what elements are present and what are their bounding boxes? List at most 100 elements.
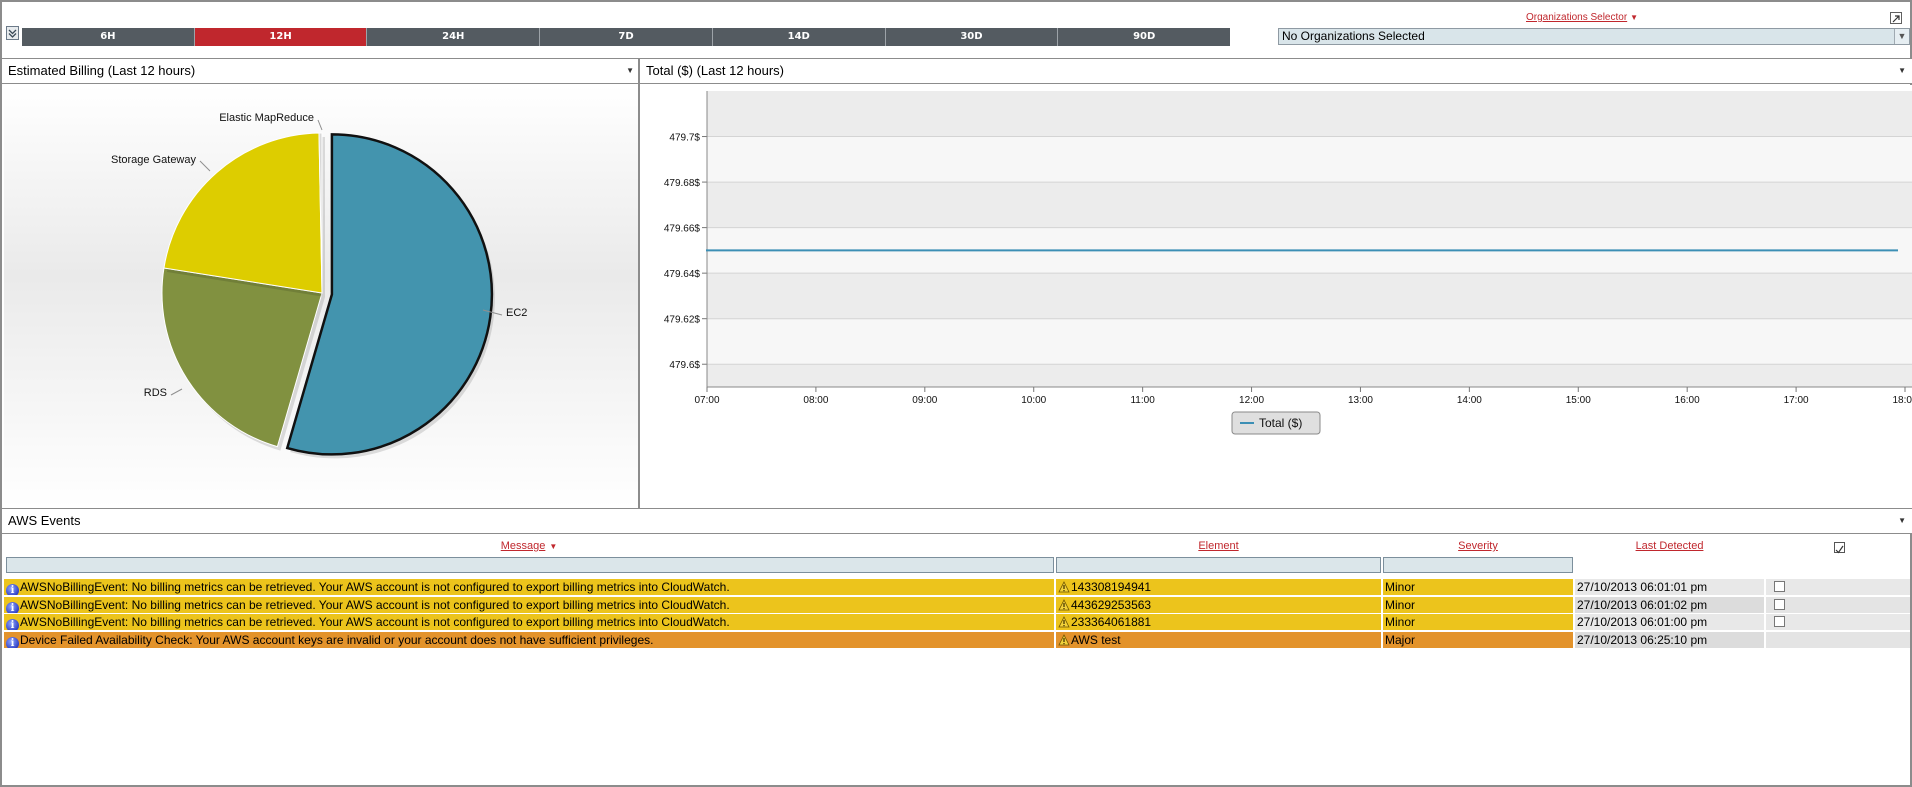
organizations-select[interactable]: No Organizations Selected ▼ xyxy=(1278,28,1910,45)
info-icon[interactable]: i xyxy=(6,619,19,630)
pie-label-storage-gateway: Storage Gateway xyxy=(111,154,196,166)
event-message: AWSNoBillingEvent: No billing metrics ca… xyxy=(20,597,730,612)
plot-band xyxy=(707,318,1912,365)
total-panel-header: Total ($) (Last 12 hours) ▼ xyxy=(639,58,1912,84)
filter-message-input[interactable] xyxy=(6,557,1054,573)
x-tick-label: 11:00 xyxy=(1130,395,1155,406)
event-element-cell[interactable]: 233364061881 xyxy=(1056,614,1381,630)
x-tick-label: 13:00 xyxy=(1348,395,1373,406)
x-tick-label: 17:00 xyxy=(1784,395,1809,406)
table-row[interactable]: i AWSNoBillingEvent: No billing metrics c… xyxy=(4,579,1910,595)
x-tick-label: 14:00 xyxy=(1457,395,1482,406)
events-panel-title: AWS Events xyxy=(8,513,81,528)
range-button-6h[interactable]: 6H xyxy=(22,28,195,46)
info-icon[interactable]: i xyxy=(6,636,19,648)
range-button-90d[interactable]: 90D xyxy=(1058,28,1231,46)
range-button-24h[interactable]: 24H xyxy=(367,28,541,46)
panel-menu-icon[interactable]: ▼ xyxy=(626,59,634,83)
table-row[interactable]: i AWSNoBillingEvent: No billing metrics c… xyxy=(4,614,1910,630)
column-header-message-label[interactable]: Message xyxy=(501,540,546,552)
panel-menu-icon[interactable]: ▼ xyxy=(1898,59,1906,83)
event-message-cell[interactable]: i AWSNoBillingEvent: No billing metrics c… xyxy=(4,614,1054,630)
range-button-14d[interactable]: 14D xyxy=(712,28,886,46)
event-message: AWSNoBillingEvent: No billing metrics ca… xyxy=(20,615,730,629)
row-checkbox[interactable] xyxy=(1774,598,1785,610)
warning-icon[interactable] xyxy=(1058,633,1070,646)
event-severity-cell: Major xyxy=(1383,631,1573,648)
panel-menu-icon[interactable]: ▼ xyxy=(1898,509,1906,533)
plot-band xyxy=(707,91,1912,137)
pie-connector xyxy=(170,388,183,396)
x-tick-label: 15:00 xyxy=(1566,395,1591,406)
maximize-icon[interactable] xyxy=(1890,12,1902,24)
event-severity-cell: Minor xyxy=(1383,596,1573,613)
range-button-12h[interactable]: 12H xyxy=(194,28,368,46)
warning-icon[interactable] xyxy=(1058,616,1070,628)
column-header-severity[interactable]: Severity xyxy=(1383,540,1573,553)
total-panel-title: Total ($) (Last 12 hours) xyxy=(646,63,785,78)
organizations-selector-link[interactable]: Organizations Selector xyxy=(1526,12,1627,23)
x-tick-label: 18:00 xyxy=(1892,395,1912,406)
event-message: Device Failed Availability Check: Your A… xyxy=(20,632,654,647)
event-last-detected-cell: 27/10/2013 06:01:01 pm xyxy=(1575,579,1764,595)
event-message-cell[interactable]: i AWSNoBillingEvent: No billing metrics c… xyxy=(4,596,1054,613)
x-tick-label: 09:00 xyxy=(912,395,937,406)
organizations-selector-label-wrap: Organizations Selector ▼ xyxy=(1526,12,1638,26)
line-chart-svg: 479.6$ 479.62$ 479.64$ 479.66$ 479.68$ 479.7$… xyxy=(664,91,1912,435)
time-range-bar: 6H 12H 24H 7D 14D 30D 90D xyxy=(22,28,1231,46)
dropdown-arrow-icon[interactable]: ▼ xyxy=(1894,29,1909,44)
select-all-checkbox[interactable] xyxy=(1834,542,1845,554)
y-tick-label: 479.6$ xyxy=(669,360,700,371)
info-icon[interactable]: i xyxy=(6,584,19,595)
event-element-cell[interactable]: 443629253563 xyxy=(1056,596,1381,613)
event-select-cell xyxy=(1766,631,1910,648)
x-tick-label: 16:00 xyxy=(1675,395,1700,406)
plot-band xyxy=(707,273,1912,319)
legend-total[interactable]: Total ($) xyxy=(1231,411,1321,435)
event-select-cell xyxy=(1766,596,1910,613)
range-button-7d[interactable]: 7D xyxy=(540,28,713,46)
row-checkbox[interactable] xyxy=(1774,616,1785,627)
event-severity-cell: Minor xyxy=(1383,579,1573,595)
row-checkbox[interactable] xyxy=(1774,581,1785,592)
filter-severity-input[interactable] xyxy=(1383,557,1573,573)
sort-down-icon[interactable]: ▼ xyxy=(549,542,557,551)
filter-element-input[interactable] xyxy=(1056,557,1381,573)
table-row[interactable]: i Device Failed Availability Check: Your … xyxy=(4,631,1910,648)
event-element-cell[interactable]: 143308194941 xyxy=(1056,579,1381,595)
event-last-detected-cell: 27/10/2013 06:25:10 pm xyxy=(1575,631,1764,648)
event-element: 443629253563 xyxy=(1071,597,1152,612)
x-tick-label: 12:00 xyxy=(1239,395,1264,406)
pie-chart-svg: EC2 RDS Storage Gateway Elastic MapReduce xyxy=(111,112,527,459)
range-button-30d[interactable]: 30D xyxy=(885,28,1059,46)
event-message-cell[interactable]: i AWSNoBillingEvent: No billing metrics c… xyxy=(4,579,1054,595)
event-message-cell[interactable]: i Device Failed Availability Check: Your … xyxy=(4,631,1054,648)
y-tick-label: 479.7$ xyxy=(669,133,700,144)
organizations-select-value: No Organizations Selected xyxy=(1282,29,1425,43)
event-message: AWSNoBillingEvent: No billing metrics ca… xyxy=(20,580,730,594)
info-icon[interactable]: i xyxy=(6,601,19,613)
warning-icon[interactable] xyxy=(1058,598,1070,611)
billing-panel-title: Estimated Billing (Last 12 hours) xyxy=(8,63,196,78)
collapse-toggle-icon[interactable] xyxy=(6,26,19,40)
plot-band xyxy=(707,364,1912,387)
table-row[interactable]: i AWSNoBillingEvent: No billing metrics c… xyxy=(4,596,1910,613)
event-select-cell xyxy=(1766,614,1910,630)
plot-band xyxy=(707,136,1912,183)
total-line-chart: 479.6$ 479.62$ 479.64$ 479.66$ 479.68$ 479.7$… xyxy=(640,85,1912,508)
y-tick-label: 479.66$ xyxy=(664,224,701,235)
x-tick-label: 10:00 xyxy=(1021,395,1046,406)
dashboard-frame: 6H 12H 24H 7D 14D 30D 90D Organizations Select… xyxy=(0,0,1912,787)
events-panel-header: AWS Events ▼ xyxy=(2,508,1912,534)
x-tick-label: 08:00 xyxy=(803,395,828,406)
event-last-detected-cell: 27/10/2013 06:01:02 pm xyxy=(1575,596,1764,613)
chevron-down-icon[interactable]: ▼ xyxy=(1630,13,1638,22)
column-header-last-detected[interactable]: Last Detected xyxy=(1575,540,1764,553)
event-element-cell[interactable]: AWS test xyxy=(1056,631,1381,648)
column-header-element[interactable]: Element xyxy=(1056,540,1381,553)
warning-icon[interactable] xyxy=(1058,581,1070,593)
y-tick-label: 479.62$ xyxy=(664,315,701,326)
event-element: 233364061881 xyxy=(1071,615,1152,629)
column-header-message[interactable]: Message ▼ xyxy=(4,540,1054,553)
y-tick-label: 479.68$ xyxy=(664,178,701,189)
